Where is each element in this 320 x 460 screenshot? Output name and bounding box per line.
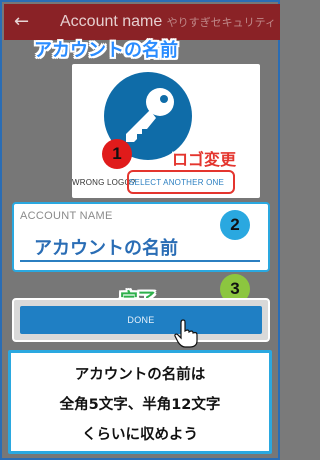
select-link-highlight xyxy=(127,170,235,194)
annotation-title: アカウントの名前 xyxy=(34,40,178,61)
account-name-input[interactable]: アカウントの名前 xyxy=(34,234,178,260)
annotation-logo-change: ロゴ変更 xyxy=(172,150,237,169)
note-line-2: 全角5文字、半角12文字 xyxy=(59,397,221,413)
done-button[interactable]: DONE xyxy=(20,306,262,334)
account-name-label: ACCOUNT NAME xyxy=(20,210,113,222)
app-bar-title: Account name xyxy=(60,13,163,30)
step-badge-2: 2 xyxy=(220,210,250,240)
top-app-bar: ← Account name やりすぎセキュリティ xyxy=(4,4,280,40)
step-badge-1: 1 xyxy=(102,139,132,169)
input-underline xyxy=(20,260,260,262)
site-watermark: やりすぎセキュリティ xyxy=(166,16,276,29)
note-line-3: くらいに収めよう xyxy=(82,427,198,443)
screen-frame: ← Account name やりすぎセキュリティ アカウントの名前 WRONG… xyxy=(0,0,280,460)
back-arrow-icon[interactable]: ← xyxy=(14,12,29,32)
wrong-logo-text: WRONG LOGO? xyxy=(72,178,136,187)
note-line-1: アカウントの名前は xyxy=(74,367,206,383)
hand-pointer-icon xyxy=(174,319,198,348)
annotation-note-box: アカウントの名前は 全角5文字、半角12文字 くらいに収めよう xyxy=(8,350,272,454)
done-button-frame: DONE xyxy=(12,298,270,342)
